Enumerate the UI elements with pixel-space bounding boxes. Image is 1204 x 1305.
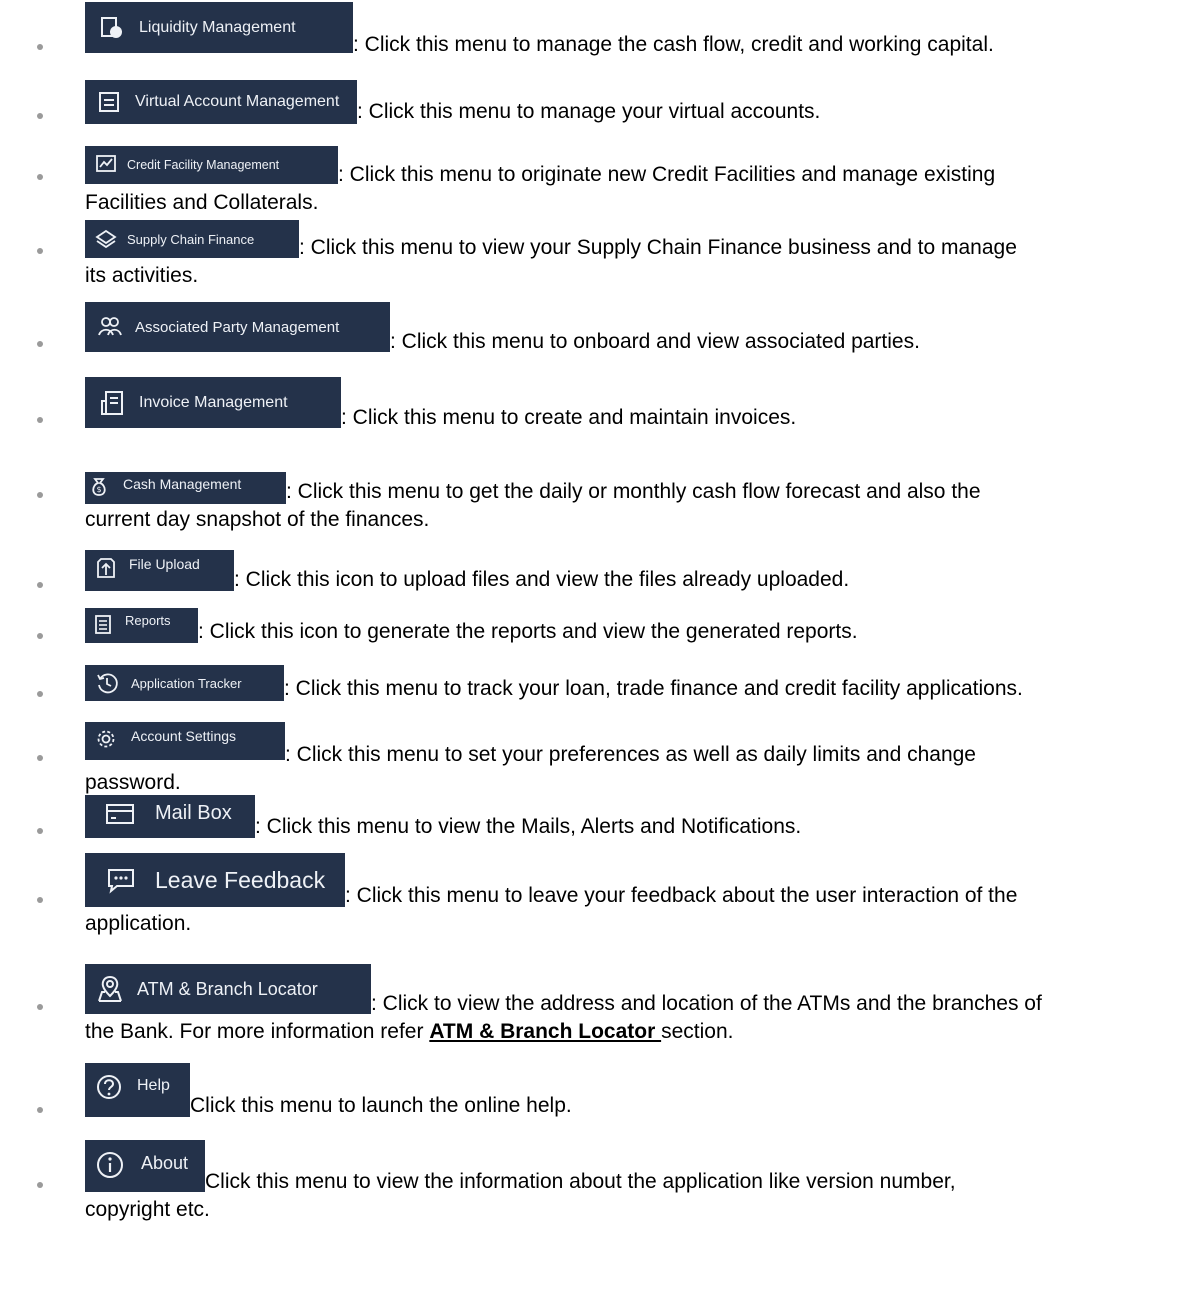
item-description: : Click this menu to set your preference… [285, 743, 976, 766]
bullet [37, 492, 43, 498]
bullet [37, 755, 43, 761]
file-upload-menu[interactable]: File Upload [85, 550, 234, 591]
item-description-continued: copyright etc. [85, 1198, 210, 1221]
bullet [37, 1182, 43, 1188]
bullet [37, 691, 43, 697]
item-description-continued: Facilities and Collaterals. [85, 191, 319, 214]
svg-text:$: $ [96, 485, 101, 494]
supply-chain-finance-menu[interactable]: Supply Chain Finance [85, 220, 299, 258]
item-description: : Click this menu to get the daily or mo… [286, 480, 981, 503]
help-icon [97, 1075, 121, 1099]
item-description: : Click this menu to onboard and view as… [390, 330, 920, 353]
people-icon [98, 317, 122, 336]
bullet [37, 582, 43, 588]
mail-box-menu[interactable]: Mail Box [85, 795, 255, 838]
info-icon [97, 1152, 123, 1178]
bullet [37, 174, 43, 180]
virtual-account-management-menu[interactable]: Virtual Account Management [85, 80, 357, 124]
chat-icon [108, 869, 134, 894]
leave-feedback-menu[interactable]: Leave Feedback [85, 853, 345, 907]
item-description-continued: current day snapshot of the finances. [85, 508, 430, 531]
item-description-continued: password. [85, 771, 181, 794]
report-icon [95, 615, 111, 634]
item-description: Click this menu to view the information … [205, 1170, 956, 1193]
credit-facility-management-menu[interactable]: Credit Facility Management [85, 146, 338, 184]
item-description: : Click to view the address and location… [371, 992, 1042, 1015]
bullet [37, 828, 43, 834]
item-description: : Click this menu to view the Mails, Ale… [255, 815, 802, 838]
gear-icon [97, 730, 115, 748]
bullet [37, 417, 43, 423]
about-menu[interactable]: About [85, 1140, 205, 1192]
item-description-continued: its activities. [85, 264, 199, 287]
bullet [37, 633, 43, 639]
item-description-continued: application. [85, 912, 192, 935]
bullet [37, 1107, 43, 1113]
bullet [37, 1004, 43, 1010]
associated-party-management-menu[interactable]: Associated Party Management [85, 302, 390, 352]
atm-branch-locator-menu[interactable]: ATM & Branch Locator [85, 964, 371, 1014]
location-icon [98, 975, 122, 1002]
virtual-account-icon [99, 92, 119, 112]
item-description: : Click this menu to view your Supply Ch… [299, 236, 1017, 259]
bullet [37, 44, 43, 50]
invoice-icon [101, 390, 123, 415]
bullet [37, 341, 43, 347]
liquidity-icon [101, 16, 122, 38]
bullet [37, 897, 43, 903]
item-description: : Click this menu to originate new Credi… [338, 163, 996, 186]
item-description: : Click this menu to create and maintain… [341, 406, 797, 429]
application-tracker-menu[interactable]: Application Tracker [85, 665, 284, 701]
layers-icon [95, 229, 117, 249]
item-description: : Click this menu to manage your virtual… [357, 100, 821, 123]
item-description: : Click this menu to leave your feedback… [345, 884, 1018, 907]
invoice-management-menu[interactable]: Invoice Management [85, 377, 341, 428]
bullet [37, 248, 43, 254]
item-description: : Click this menu to manage the cash flo… [353, 33, 994, 56]
reports-menu[interactable]: Reports [85, 608, 198, 643]
cash-management-menu[interactable]: $ Cash Management [85, 472, 286, 504]
help-menu[interactable]: Help [85, 1063, 190, 1117]
upload-icon [97, 558, 115, 578]
item-description: Click this menu to launch the online hel… [190, 1094, 572, 1117]
money-bag-icon: $ [92, 478, 106, 496]
mail-icon [106, 804, 134, 824]
item-description-continued: the Bank. For more information refer ATM… [85, 1020, 734, 1043]
bullet [37, 113, 43, 119]
atm-branch-locator-link[interactable]: ATM & Branch Locator [429, 1020, 661, 1043]
liquidity-management-menu[interactable]: Liquidity Management [85, 2, 353, 53]
item-description: : Click this icon to upload files and vi… [234, 568, 850, 591]
item-description: : Click this menu to track your loan, tr… [284, 677, 1023, 700]
account-settings-menu[interactable]: Account Settings [85, 722, 285, 760]
history-icon [97, 673, 118, 694]
chart-icon [96, 155, 116, 172]
item-description: : Click this icon to generate the report… [198, 620, 858, 643]
